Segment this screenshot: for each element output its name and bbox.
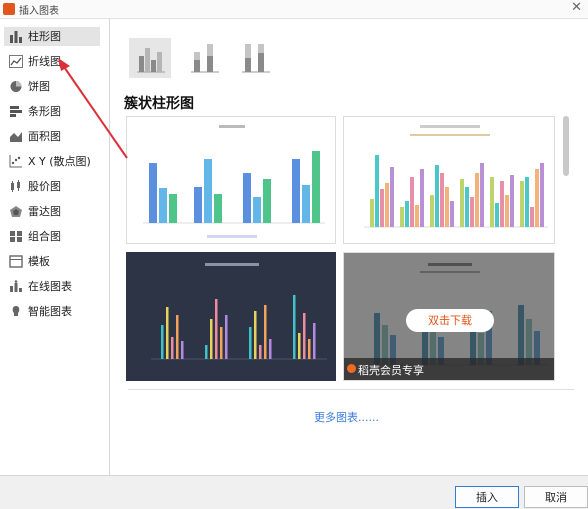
close-icon[interactable]: ✕ [571, 0, 582, 15]
main-panel: 簇状柱形图 双击下载 稻壳会员专享 更多图表...... [110, 19, 588, 475]
chart-type-sidebar: 柱形图 折线图 饼图 条形图 面积图 X Y (散点图) 股价图 雷达图 组合图… [0, 19, 110, 475]
sidebar-item-label: 智能图表 [28, 305, 72, 318]
premium-icon [347, 364, 356, 373]
stock-chart-icon [11, 180, 20, 192]
sidebar-item-combo[interactable]: 组合图 [4, 227, 100, 246]
scatter-chart-icon [9, 155, 22, 168]
dialog-footer: 插入 取消 [0, 475, 588, 508]
divider [128, 389, 574, 390]
pie-chart-icon [10, 81, 22, 92]
sidebar-item-label: 组合图 [28, 230, 61, 243]
download-button[interactable]: 双击下载 [406, 309, 494, 332]
sidebar-item-template[interactable]: 模板 [4, 252, 100, 271]
sidebar-item-stock[interactable]: 股价图 [4, 177, 100, 196]
sidebar-item-label: 雷达图 [28, 205, 61, 218]
sidebar-item-pie[interactable]: 饼图 [4, 77, 100, 96]
stacked-column-thumb-icon [191, 44, 219, 73]
insert-button[interactable]: 插入 [455, 486, 519, 508]
template-preview-2 [364, 125, 548, 228]
line-chart-icon [9, 55, 23, 68]
template-card[interactable] [126, 252, 336, 381]
title-bar: 插入图表 ✕ [0, 0, 588, 19]
column-chart-icon [10, 31, 22, 43]
sidebar-item-label: 股价图 [28, 180, 61, 193]
window-title: 插入图表 [19, 6, 59, 17]
cancel-button[interactable]: 取消 [524, 486, 588, 508]
sidebar-item-label: 条形图 [28, 105, 61, 118]
percent-stacked-column-thumb-icon [242, 44, 270, 73]
sidebar-item-bar[interactable]: 条形图 [4, 102, 100, 121]
template-icon [9, 255, 23, 268]
sidebar-item-label: 面积图 [28, 130, 61, 143]
sidebar-item-scatter[interactable]: X Y (散点图) [4, 152, 100, 171]
template-card[interactable] [126, 116, 336, 244]
sidebar-item-area[interactable]: 面积图 [4, 127, 100, 146]
subtype-stacked-column[interactable] [183, 38, 225, 78]
sidebar-item-label: 饼图 [28, 80, 50, 93]
sidebar-item-radar[interactable]: 雷达图 [4, 202, 100, 221]
member-badge-label: 稻壳会员专享 [358, 364, 424, 377]
radar-chart-icon [10, 206, 22, 217]
sidebar-item-label: 模板 [28, 255, 50, 268]
sidebar-item-column[interactable]: 柱形图 [4, 27, 100, 46]
template-preview-3 [151, 263, 327, 360]
sidebar-item-online[interactable]: 在线图表 [4, 277, 100, 296]
subtype-percent-stacked-column[interactable] [234, 38, 276, 78]
member-badge: 稻壳会员专享 [344, 358, 554, 380]
sidebar-item-label: X Y (散点图) [28, 155, 91, 168]
sidebar-item-smart[interactable]: 智能图表 [4, 302, 100, 321]
scrollbar-thumb[interactable] [563, 116, 569, 176]
template-card-premium[interactable]: 双击下载 稻壳会员专享 [343, 252, 555, 381]
bar-chart-icon [10, 106, 22, 117]
app-icon [3, 3, 15, 15]
section-title: 簇状柱形图 [124, 96, 194, 112]
subtype-clustered-column[interactable] [129, 38, 171, 78]
smart-chart-icon [12, 306, 20, 316]
sidebar-item-label: 柱形图 [28, 30, 61, 43]
template-preview-1 [143, 125, 325, 238]
online-chart-icon [10, 280, 22, 292]
template-card[interactable] [343, 116, 555, 244]
area-chart-icon [10, 132, 22, 142]
more-charts-link[interactable]: 更多图表...... [314, 409, 379, 425]
sidebar-item-label: 折线图 [28, 55, 61, 68]
sidebar-item-label: 在线图表 [28, 280, 72, 293]
combo-chart-icon [10, 231, 22, 242]
clustered-column-thumb-icon [137, 48, 165, 73]
sidebar-item-line[interactable]: 折线图 [4, 52, 100, 71]
